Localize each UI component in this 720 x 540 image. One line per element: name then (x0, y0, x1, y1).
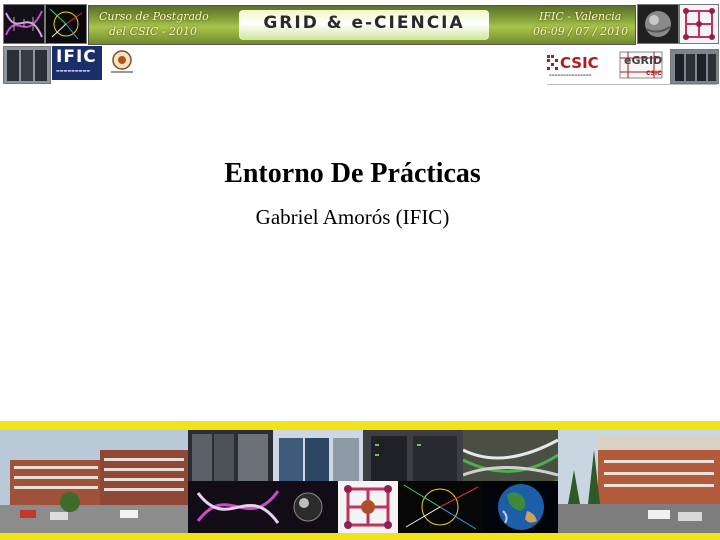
ific-logo-subtitle: ▬▬▬▬▬▬▬▬▬ (56, 68, 91, 73)
csic-logo-subtitle: ▬▬▬▬▬▬▬▬▬▬▬▬▬▬▬ (549, 73, 592, 77)
banner-title: GRID & e-CIENCIA (263, 13, 465, 33)
globe-photo (637, 4, 679, 44)
date-line: 06-09 / 07 / 2010 (533, 25, 629, 38)
egrid-logo-subtitle: CSIC (646, 70, 662, 77)
server-rack-photo-right (670, 49, 719, 84)
dna-photo (3, 4, 45, 44)
particle-collision-photo (398, 481, 483, 533)
header-banner: Curso de Postgrado del CSIC - 2010 GRID … (0, 0, 720, 85)
venue-line: IFIC - Valencia (539, 10, 622, 23)
footer-top-stripe (0, 421, 720, 430)
egrid-logo-text: eGRID (624, 54, 663, 67)
csic-logo: CSIC ▬▬▬▬▬▬▬▬▬▬▬▬▬▬▬ (547, 52, 609, 78)
particle-tracks-photo (45, 4, 87, 44)
university-seal-logo (108, 49, 136, 75)
ific-logo-text: IFIC (56, 47, 97, 67)
footer-bottom-stripe (0, 533, 720, 540)
footer-photo-band (0, 421, 720, 540)
csic-logo-text: CSIC (560, 54, 599, 72)
header-divider (547, 84, 717, 85)
molecule-photo (679, 4, 719, 44)
dna-helix-photo (188, 481, 338, 533)
server-rack-photo-left (3, 46, 51, 84)
course-banner: Curso de Postgrado del CSIC - 2010 GRID … (88, 5, 636, 45)
egrid-logo: eGRID CSIC (616, 50, 666, 82)
course-name-line1: Curso de Postgrado (99, 10, 209, 23)
slide-author: Gabriel Amorós (IFIC) (255, 205, 450, 229)
slide-title: Entorno De Prácticas (224, 158, 481, 189)
ific-logo: IFIC ▬▬▬▬▬▬▬▬▬ (52, 46, 102, 80)
ific-building-photo (0, 430, 188, 533)
research-building-photo (558, 430, 720, 533)
earth-globe-photo (483, 481, 558, 533)
molecule-lattice-photo (338, 481, 398, 533)
course-name-line2: del CSIC - 2010 (109, 25, 197, 38)
